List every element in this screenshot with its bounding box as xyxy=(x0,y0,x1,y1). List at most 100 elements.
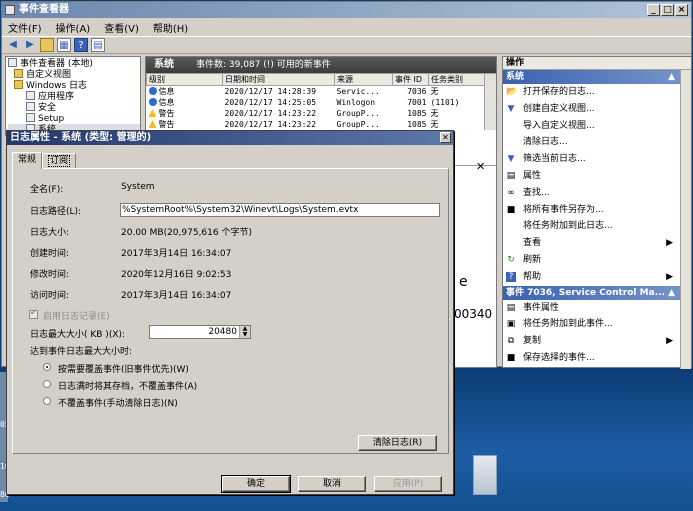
policy-overwrite-radio[interactable] xyxy=(43,363,51,371)
action-item[interactable]: ▤ 事件属性 xyxy=(503,300,691,317)
spin-arrows-icon[interactable]: ▲ ▼ xyxy=(239,326,250,338)
max-size-label: 日志最大大小( KB )(X): xyxy=(30,330,126,340)
action-item[interactable]: ▼ 创建自定义视图... xyxy=(503,101,691,118)
close-detail-icon[interactable]: ✕ xyxy=(476,160,485,173)
menu-file[interactable]: 文件(F) xyxy=(8,20,42,35)
policy-archive-label[interactable]: 日志满时将其存档，不覆盖事件(A) xyxy=(58,379,197,392)
table-row[interactable]: 警告 2020/12/17 14:23:22 GroupP... 1085 无 xyxy=(147,119,496,130)
actions-section-system[interactable]: 系统 ▲ xyxy=(503,70,691,84)
action-item[interactable]: ⧉ 复制 ▶ xyxy=(503,333,691,350)
tree-item-windows-logs[interactable]: Windows 日志 xyxy=(8,80,140,91)
log-path-field[interactable]: %SystemRoot%\System32\Winevt\Logs\System… xyxy=(120,203,440,217)
action-item-label: 清除日志... xyxy=(523,137,568,148)
action-item-label: 将任务附加到此事件... xyxy=(523,319,613,330)
up-folder-icon[interactable] xyxy=(40,38,54,52)
action-item[interactable]: ■ 保存选择的事件... xyxy=(503,350,691,367)
cancel-button[interactable]: 取消 xyxy=(298,476,366,492)
back-arrow-icon[interactable]: ◀ xyxy=(6,38,20,52)
refresh-icon: ↻ xyxy=(507,254,515,265)
action-item[interactable]: 查看 ▶ xyxy=(503,235,691,252)
menu-action[interactable]: 操作(A) xyxy=(56,20,91,35)
created-value: 2017年3月14日 16:34:07 xyxy=(121,249,232,259)
actions-section-event[interactable]: 事件 7036, Service Control Ma... ▲ xyxy=(503,285,691,300)
help-icon[interactable]: ? xyxy=(74,38,88,52)
desktop-file-icon[interactable] xyxy=(473,455,497,495)
dialog-title: 日志属性 - 系统 (类型: 管理的) xyxy=(10,132,152,143)
submenu-arrow-icon: ▶ xyxy=(666,336,673,347)
properties-icon: ▤ xyxy=(506,302,516,313)
action-item[interactable]: ▣ 将任务附加到此事件... xyxy=(503,316,691,333)
event-list-scrollbar[interactable] xyxy=(484,74,496,130)
actions-pane: 操作 系统 ▲ 📂 打开保存的日志... ▼ 创建自定义视图... 导入自定义视图... 清… xyxy=(502,56,692,369)
collapse-icon[interactable]: ▲ xyxy=(668,70,675,84)
close-button[interactable]: × xyxy=(675,4,688,16)
action-item-label: 将任务附加到此日志... xyxy=(523,221,613,232)
column-source[interactable]: 来源 xyxy=(334,73,393,86)
tree-item-security[interactable]: 安全 xyxy=(8,102,140,113)
action-item[interactable]: 清除日志... xyxy=(503,134,691,151)
policy-no-overwrite-label[interactable]: 不覆盖事件(手动清除日志)(N) xyxy=(58,396,178,409)
action-item[interactable]: ∞ 查找... xyxy=(503,185,691,202)
forward-arrow-icon[interactable]: ▶ xyxy=(23,38,37,52)
action-item[interactable]: ▼ 筛选当前日志... xyxy=(503,151,691,168)
event-table: 级别 日期和时间 来源 事件 ID 任务类别 信息 2020/12/17 14:… xyxy=(146,73,496,130)
ok-button[interactable]: 确定 xyxy=(221,475,291,493)
submenu-arrow-icon: ▶ xyxy=(666,271,673,282)
modified-value: 2020年12月16日 9:02:53 xyxy=(121,270,232,280)
action-item[interactable]: ■ 将所有事件另存为... xyxy=(503,202,691,219)
tab-general[interactable]: 常规 xyxy=(12,152,43,169)
help-icon: ? xyxy=(506,271,516,282)
log-icon xyxy=(26,91,35,100)
tab-subscriptions[interactable]: 订阅 xyxy=(42,153,77,168)
menu-bar: 文件(F) 操作(A) 查看(V) 帮助(H) xyxy=(2,18,691,36)
action-item-label: 保存选择的事件... xyxy=(523,352,595,363)
properties-icon[interactable]: ▤ xyxy=(91,38,105,52)
tree-item-custom-views[interactable]: 自定义视图 xyxy=(8,69,140,80)
properties-icon: ▤ xyxy=(506,170,516,181)
max-size-stepper[interactable]: 20480 ▲ ▼ xyxy=(149,325,251,339)
actions-scrollbar[interactable] xyxy=(680,70,691,369)
dialog-titlebar[interactable]: 日志属性 - 系统 (类型: 管理的) ✕ xyxy=(7,131,453,145)
action-item-label: 刷新 xyxy=(523,254,542,265)
action-item[interactable]: ▤ 属性 xyxy=(503,168,691,185)
event-viewer-icon xyxy=(5,5,15,15)
menu-help[interactable]: 帮助(H) xyxy=(153,20,188,35)
action-item[interactable]: 📂 打开保存的日志... xyxy=(503,84,691,101)
action-item[interactable]: 将任务附加到此日志... xyxy=(503,218,691,235)
info-icon xyxy=(148,87,157,95)
column-datetime[interactable]: 日期和时间 xyxy=(222,73,335,86)
show-hide-icon[interactable]: ▦ xyxy=(57,38,71,52)
enable-logging-checkbox[interactable] xyxy=(29,308,38,319)
collapse-icon[interactable]: ▲ xyxy=(668,286,675,300)
table-row[interactable]: 警告 2020/12/17 14:23:22 GroupP... 1085 无 xyxy=(147,108,496,119)
toolbar: ◀ ▶ ▦ ? ▤ xyxy=(2,36,691,54)
column-event-id[interactable]: 事件 ID xyxy=(392,73,429,86)
action-item[interactable]: ? 帮助 ▶ xyxy=(503,269,691,286)
maximize-button[interactable]: □ xyxy=(661,4,674,16)
action-item[interactable]: ↻ 刷新 xyxy=(503,252,691,269)
table-row[interactable]: 信息 2020/12/17 14:28:39 Servic... 7036 无 xyxy=(147,86,496,98)
accessed-label: 访问时间: xyxy=(30,291,70,301)
log-name: 系统 xyxy=(154,59,174,70)
log-size-label: 日志大小: xyxy=(30,228,70,238)
minimize-button[interactable]: _ xyxy=(647,4,660,16)
column-level[interactable]: 级别 xyxy=(146,73,223,86)
clear-log-button[interactable]: 清除日志(R) xyxy=(358,435,437,451)
policy-overwrite-label[interactable]: 按需要覆盖事件(旧事件优先)(W) xyxy=(58,362,189,375)
table-row[interactable]: 信息 2020/12/17 14:25:05 Winlogon 7001 (11… xyxy=(147,97,496,108)
window-titlebar[interactable]: 事件查看器 _ □ × xyxy=(2,2,691,18)
dialog-close-button[interactable]: ✕ xyxy=(440,132,451,143)
policy-archive-radio[interactable] xyxy=(43,380,51,388)
folder-icon xyxy=(14,80,23,89)
action-item-label: 帮助 xyxy=(523,271,542,282)
policy-no-overwrite-radio[interactable] xyxy=(43,397,51,405)
apply-button[interactable]: 应用(P) xyxy=(374,476,442,492)
action-item-label: 筛选当前日志... xyxy=(523,154,586,165)
action-item[interactable]: 导入自定义视图... xyxy=(503,118,691,135)
tree-item-setup[interactable]: Setup xyxy=(8,113,140,124)
menu-view[interactable]: 查看(V) xyxy=(104,20,139,35)
created-label: 创建时间: xyxy=(30,249,70,259)
modified-label: 修改时间: xyxy=(30,270,70,280)
tree-item-root[interactable]: 事件查看器 (本地) xyxy=(8,58,140,69)
tree-item-application[interactable]: 应用程序 xyxy=(8,91,140,102)
